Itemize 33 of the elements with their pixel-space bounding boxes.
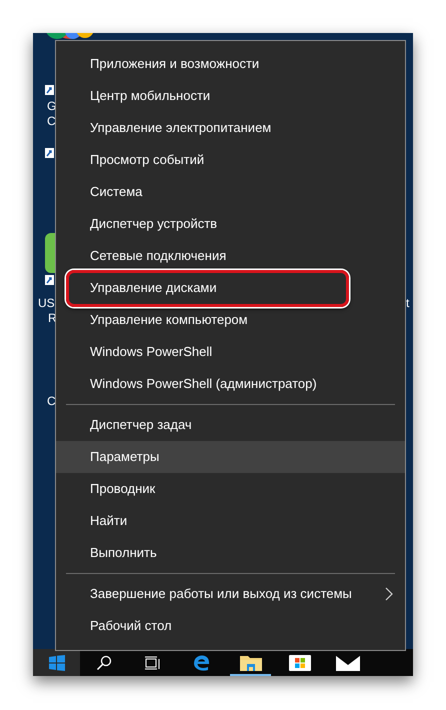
- icon-label: t: [406, 296, 410, 310]
- store-bag-icon: [288, 654, 311, 670]
- shortcut-icon[interactable]: [45, 148, 54, 158]
- menu-item[interactable]: Управление дисками: [56, 272, 405, 304]
- menu-item[interactable]: Приложения и возможности: [56, 48, 405, 80]
- search-icon: [96, 654, 112, 670]
- menu-item[interactable]: Windows PowerShell (администратор): [56, 368, 405, 400]
- menu-item[interactable]: Завершение работы или выход из системы: [56, 578, 405, 610]
- start-button[interactable]: [33, 649, 80, 676]
- menu-item[interactable]: Выполнить: [56, 537, 405, 569]
- menu-item[interactable]: Найти: [56, 505, 405, 537]
- menu-item[interactable]: Windows PowerShell: [56, 336, 405, 368]
- menu-item[interactable]: Проводник: [56, 473, 405, 505]
- shortcut-icon[interactable]: [45, 275, 54, 285]
- shortcut-icon[interactable]: [45, 85, 54, 95]
- menu-item[interactable]: Диспетчер задач: [56, 409, 405, 441]
- e-logo-icon: [192, 654, 211, 670]
- task-view-icon: [145, 656, 162, 670]
- icon-label: C: [47, 114, 56, 128]
- menu-item[interactable]: Управление электропитанием: [56, 112, 405, 144]
- menu-item[interactable]: Диспетчер устройств: [56, 208, 405, 240]
- windows-logo-icon: [48, 654, 64, 670]
- menu-item[interactable]: Просмотр событий: [56, 144, 405, 176]
- menu-item[interactable]: Рабочий стол: [56, 610, 405, 642]
- icon-label: C: [47, 394, 56, 408]
- menu-item[interactable]: Сетевые подключения: [56, 240, 405, 272]
- envelope-icon: [336, 654, 360, 670]
- menu-item[interactable]: Центр мобильности: [56, 80, 405, 112]
- folder-icon: [240, 654, 262, 670]
- menu-item[interactable]: Система: [56, 176, 405, 208]
- icon-label: US: [38, 296, 55, 310]
- menu-item[interactable]: Параметры: [56, 441, 405, 473]
- menu-item[interactable]: Управление компьютером: [56, 304, 405, 336]
